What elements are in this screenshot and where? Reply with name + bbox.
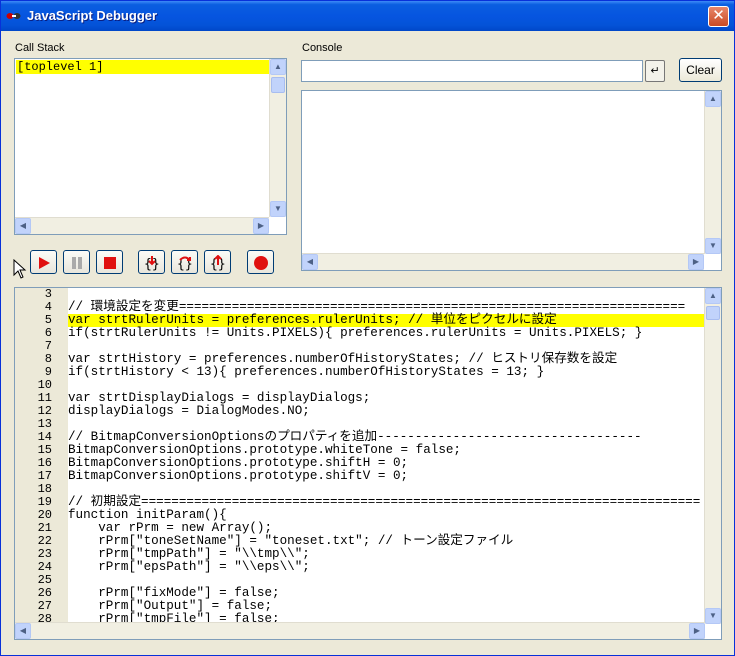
scroll-left-icon[interactable]: ◀: [15, 623, 31, 639]
scroll-down-icon[interactable]: ▼: [705, 608, 721, 624]
console-input[interactable]: [301, 60, 643, 82]
step-into-button[interactable]: {}: [138, 250, 165, 274]
console-output: ▲ ▼ ◀ ▶: [301, 90, 722, 271]
breakpoint-button[interactable]: [247, 250, 274, 274]
code-line: BitmapConversionOptions.prototype.shiftV…: [68, 469, 409, 483]
mouse-cursor-icon: [13, 259, 27, 279]
window-title: JavaScript Debugger: [27, 8, 158, 23]
stop-button[interactable]: [96, 250, 123, 274]
call-stack-item[interactable]: [toplevel 1]: [16, 60, 269, 74]
evaluate-button[interactable]: ↵: [645, 60, 665, 82]
console-hscrollbar[interactable]: ◀ ▶: [302, 253, 704, 270]
step-over-button[interactable]: {}: [171, 250, 198, 274]
call-stack-label: Call Stack: [15, 42, 65, 54]
scroll-right-icon[interactable]: ▶: [253, 218, 269, 234]
scroll-left-icon[interactable]: ◀: [302, 254, 318, 270]
editor-vscrollbar[interactable]: ▲ ▼: [704, 288, 721, 624]
code-line: rPrm["epsPath"] = "\\eps\\";: [68, 560, 310, 574]
debugger-app-icon: [6, 13, 21, 19]
editor-hscrollbar[interactable]: ◀ ▶: [15, 622, 705, 639]
run-icon: [39, 257, 50, 269]
scroll-up-icon[interactable]: ▲: [705, 91, 721, 107]
code-area[interactable]: // 環境設定を変更==============================…: [68, 288, 706, 625]
scroll-right-icon[interactable]: ▶: [689, 623, 705, 639]
console-label: Console: [302, 42, 343, 54]
line-number-gutter: 3 4 5 6 7 8 9 10 11 12 13 14 15 16 17 18 19 20 21 22 23 24 25 2…: [15, 288, 68, 626]
code-line: if(strtRulerUnits != Units.PIXELS){ pref…: [68, 326, 643, 340]
scroll-up-icon[interactable]: ▲: [270, 59, 286, 75]
step-into-icon: {}: [144, 256, 160, 271]
step-out-button[interactable]: {}: [204, 250, 231, 274]
scroll-down-icon[interactable]: ▼: [705, 238, 721, 254]
title-bar[interactable]: JavaScript Debugger ✕: [1, 1, 734, 31]
code-line: displayDialogs = DialogModes.NO;: [68, 404, 310, 418]
stop-icon: [104, 257, 116, 269]
call-stack-hscrollbar[interactable]: ◀ ▶: [15, 217, 269, 234]
pause-button[interactable]: [63, 250, 90, 274]
step-out-icon: {}: [210, 255, 226, 271]
clear-button[interactable]: Clear: [679, 58, 722, 82]
source-editor[interactable]: 3 4 5 6 7 8 9 10 11 12 13 14 15 16 17 18 19 20 21 22 23 24 25 2…: [14, 287, 722, 640]
scroll-thumb[interactable]: [271, 77, 285, 93]
scroll-right-icon[interactable]: ▶: [688, 254, 704, 270]
breakpoint-icon: [254, 256, 268, 270]
code-line: if(strtHistory < 13){ preferences.number…: [68, 365, 545, 379]
scroll-left-icon[interactable]: ◀: [15, 218, 31, 234]
scroll-thumb[interactable]: [706, 306, 720, 320]
scroll-up-icon[interactable]: ▲: [705, 288, 721, 304]
debugger-window: JavaScript Debugger ✕ Call Stack [toplev…: [0, 0, 735, 656]
pause-icon: [72, 257, 82, 269]
scroll-down-icon[interactable]: ▼: [270, 201, 286, 217]
call-stack-list: [toplevel 1] ▲ ▼ ◀ ▶: [14, 58, 287, 235]
run-button[interactable]: [30, 250, 57, 274]
console-vscrollbar[interactable]: ▲ ▼: [704, 91, 721, 254]
close-button[interactable]: ✕: [708, 6, 729, 27]
step-over-icon: {}: [177, 256, 193, 271]
call-stack-vscrollbar[interactable]: ▲ ▼: [269, 59, 286, 217]
